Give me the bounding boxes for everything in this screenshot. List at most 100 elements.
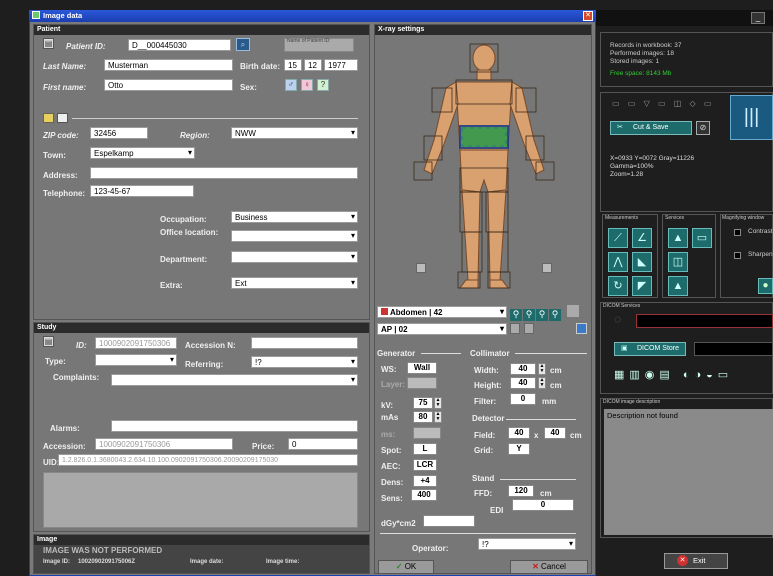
marker-tool-icon[interactable]: ◤ <box>632 276 652 296</box>
height-spinner[interactable]: ▲ ▼ <box>538 377 546 389</box>
sex-male-button[interactable]: ♂ <box>285 79 297 91</box>
person-icon-3[interactable]: ⚲ <box>536 309 548 321</box>
dicom-store-button[interactable]: ▣ DICOM Store <box>614 342 686 356</box>
print-service-icon[interactable]: ▲ <box>668 276 688 296</box>
region-select[interactable]: NWW <box>231 127 358 139</box>
uid-field[interactable]: 1.2.826.0.1.3680043.2.634.10.100.0902091… <box>58 454 358 466</box>
telephone-label: Telephone: <box>43 189 86 198</box>
complaints-select[interactable] <box>111 374 358 386</box>
exit-button[interactable]: ✕ Exit <box>664 553 728 569</box>
width-spinner[interactable]: ▲ ▼ <box>538 363 546 375</box>
large-scan-button[interactable]: ||| <box>730 95 773 140</box>
office-select[interactable] <box>231 230 358 242</box>
price-field[interactable]: 0 <box>288 438 358 450</box>
study-id-label: ID: <box>76 341 87 350</box>
small-tool-icons[interactable]: ▭ ▭ ▽ ▭ ◫ ◇ ▭ <box>612 99 714 108</box>
close-icon[interactable]: ✕ <box>583 11 593 21</box>
filter-field[interactable]: 0 <box>510 393 536 405</box>
projection-button-1[interactable] <box>510 323 520 334</box>
width-field[interactable]: 40 <box>510 363 536 375</box>
field-width-field[interactable]: 40 <box>508 427 530 439</box>
polyline-tool-icon[interactable]: ⋀ <box>608 252 628 272</box>
save-preset-icon[interactable] <box>576 323 587 334</box>
kv-field[interactable]: 75 <box>413 397 433 409</box>
first-name-field[interactable]: Otto <box>104 79 233 91</box>
accession-field[interactable]: 1000902091750306 <box>95 438 233 450</box>
body-part-select[interactable]: Abdomen | 42 <box>377 306 507 318</box>
town-select[interactable]: Espelkamp <box>90 147 195 159</box>
body-diagram[interactable] <box>404 40 564 300</box>
operator-select[interactable]: !? <box>478 538 576 550</box>
arrow-tool-icon[interactable]: ↻ <box>608 276 628 296</box>
edi-field[interactable]: 0 <box>512 499 574 511</box>
person-icon-2[interactable]: ⚲ <box>523 309 535 321</box>
address-card-icon[interactable] <box>57 113 68 123</box>
magnify-globe-icon[interactable]: ● <box>758 278 773 294</box>
birth-day-field[interactable]: 15 <box>284 59 302 71</box>
department-select[interactable] <box>231 251 358 263</box>
dens-field[interactable]: +4 <box>413 475 437 487</box>
area-tool-icon[interactable]: ◣ <box>632 252 652 272</box>
xray-section-header: X-ray settings <box>375 25 591 35</box>
address-field[interactable] <box>90 167 358 179</box>
rotate-left-button[interactable] <box>416 263 426 273</box>
birth-month-field[interactable]: 12 <box>304 59 322 71</box>
sens-label: Sens: <box>381 494 403 503</box>
projection-button-2[interactable] <box>524 323 534 334</box>
angle-tool-icon[interactable]: ∠ <box>632 228 652 248</box>
last-name-field[interactable]: Musterman <box>104 59 233 71</box>
referring-select[interactable]: !? <box>251 356 358 368</box>
height-unit: cm <box>550 381 562 390</box>
ws-field[interactable]: Wall <box>407 362 437 374</box>
window-service-icon[interactable]: ◫ <box>668 252 688 272</box>
blank-icon[interactable] <box>567 305 579 317</box>
mas-spinner[interactable]: ▲ ▼ <box>434 411 442 423</box>
ruler-tool-icon[interactable]: ⟋ <box>608 228 628 248</box>
study-notes-area[interactable] <box>43 472 358 528</box>
height-field[interactable]: 40 <box>510 377 536 389</box>
body-part-buttons[interactable]: ⚲ ⚲ ⚲ ⚲ <box>510 305 579 321</box>
aec-field[interactable]: LCR <box>413 459 437 471</box>
ok-button[interactable]: ✓ OK <box>378 560 434 574</box>
study-id-field[interactable]: 1000902091750306 <box>95 337 177 349</box>
sharpen-checkbox[interactable] <box>734 252 741 259</box>
zip-field[interactable]: 32456 <box>90 127 148 139</box>
mas-label: mAs <box>381 413 399 422</box>
accession-n-field[interactable] <box>251 337 358 349</box>
study-section-header: Study <box>34 323 369 333</box>
alarms-field[interactable] <box>111 420 358 432</box>
address-folder-icon[interactable] <box>43 113 54 123</box>
settings-round-button[interactable]: ⊘ <box>696 121 710 135</box>
spot-field[interactable]: L <box>413 443 437 455</box>
mas-field[interactable]: 80 <box>413 411 433 423</box>
dgy-field[interactable] <box>423 515 475 527</box>
ms-field[interactable] <box>413 427 441 439</box>
person-icon-4[interactable]: ⚲ <box>549 309 561 321</box>
sex-female-button[interactable]: ♀ <box>301 79 313 91</box>
layer-field[interactable] <box>407 377 437 389</box>
telephone-field[interactable]: 123-45-67 <box>90 185 194 197</box>
sens-field[interactable]: 400 <box>411 489 437 501</box>
occupation-select[interactable]: Business <box>231 211 358 223</box>
projection-select[interactable]: AP | 02 <box>377 323 507 335</box>
patient-search-icon[interactable]: ⌕ <box>236 38 250 51</box>
monitor-service-icon[interactable]: ▭ <box>692 228 712 248</box>
dicom-tool-row[interactable]: ▦▥◉▤ ◐◑◒▭ <box>614 368 733 381</box>
birth-year-field[interactable]: 1977 <box>324 59 358 71</box>
image-service-icon[interactable]: ▲ <box>668 228 688 248</box>
kv-spinner[interactable]: ▲ ▼ <box>434 397 442 409</box>
patient-id-field[interactable]: D__000445030 <box>128 39 231 51</box>
person-icon[interactable]: ⚲ <box>510 309 522 321</box>
cancel-button[interactable]: ✕ Cancel <box>510 560 588 574</box>
rotate-right-button[interactable] <box>542 263 552 273</box>
field-height-field[interactable]: 40 <box>544 427 566 439</box>
minimize-button[interactable]: _ <box>751 12 765 24</box>
extra-select[interactable]: Ext <box>231 277 358 289</box>
image-date-label: Image date: <box>190 559 224 565</box>
sex-unknown-button[interactable]: ? <box>317 79 329 91</box>
type-select[interactable] <box>95 354 177 366</box>
grid-field[interactable]: Y <box>508 443 530 455</box>
cut-save-button[interactable]: ✂ Cut & Save <box>610 121 692 135</box>
contrast-checkbox[interactable] <box>734 229 741 236</box>
ffd-field[interactable]: 120 <box>508 485 534 497</box>
